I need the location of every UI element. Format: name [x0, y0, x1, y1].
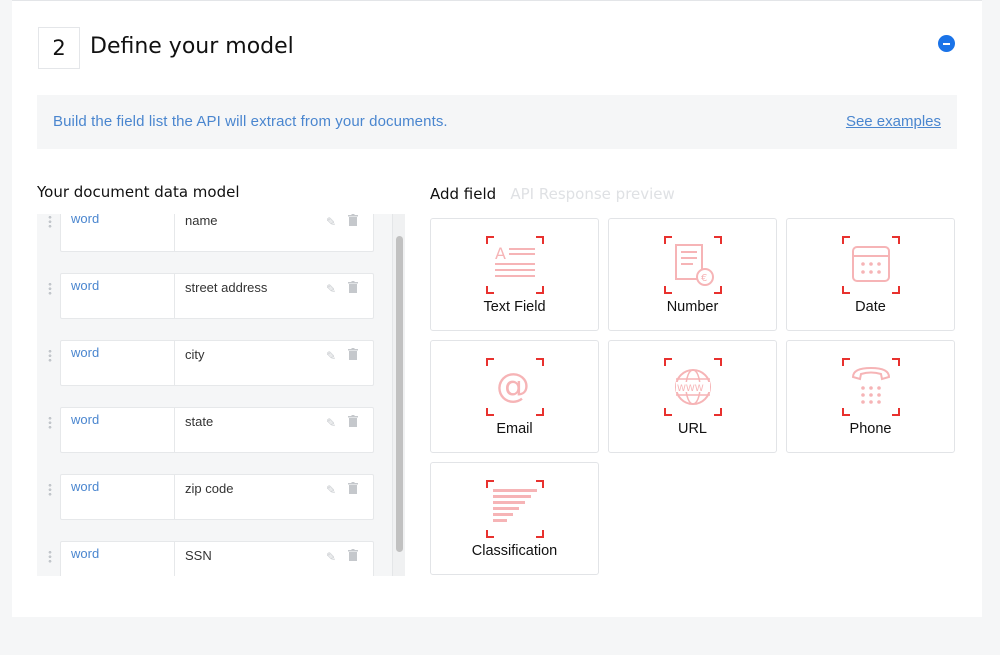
field-name[interactable]: street address	[185, 280, 267, 295]
add-url-button[interactable]: WWW URL	[608, 340, 777, 453]
field-name[interactable]: state	[185, 414, 213, 429]
divider	[174, 274, 175, 318]
divider	[174, 542, 175, 576]
drag-handle-icon[interactable]	[48, 550, 52, 564]
trash-icon[interactable]	[348, 214, 358, 226]
trash-icon[interactable]	[348, 348, 358, 360]
info-text: Build the field list the API will extrac…	[53, 113, 448, 130]
field-type[interactable]: word	[71, 412, 99, 427]
field-name[interactable]: name	[185, 214, 218, 228]
tile-label: Phone	[849, 421, 892, 437]
right-tabs: Add field API Response preview	[430, 185, 675, 203]
field-type[interactable]: word	[71, 546, 99, 561]
tile-label: Number	[666, 299, 719, 315]
field-type[interactable]: word	[71, 479, 99, 494]
field-row: word city ✎	[37, 340, 377, 394]
step-number: 2	[38, 27, 80, 69]
tile-label: Text Field	[483, 299, 546, 315]
see-examples-link[interactable]: See examples	[846, 113, 941, 130]
field-name[interactable]: city	[185, 347, 205, 362]
text-field-icon: A	[486, 236, 544, 294]
drag-handle-icon[interactable]	[48, 416, 52, 430]
field-list[interactable]: word name ✎ word street address ✎ word c…	[37, 214, 405, 576]
field-row: word street address ✎	[37, 273, 377, 327]
add-email-button[interactable]: @ Email	[430, 340, 599, 453]
svg-text:A: A	[495, 244, 506, 263]
date-icon	[842, 236, 900, 294]
edit-icon[interactable]: ✎	[326, 215, 336, 229]
field-name[interactable]: SSN	[185, 548, 212, 563]
field-row: word zip code ✎	[37, 474, 377, 528]
trash-icon[interactable]	[348, 482, 358, 494]
field-item: word state ✎	[60, 407, 374, 453]
field-row: word name ✎	[37, 214, 377, 260]
drag-handle-icon[interactable]	[48, 349, 52, 363]
field-item: word street address ✎	[60, 273, 374, 319]
field-item: word city ✎	[60, 340, 374, 386]
edit-icon[interactable]: ✎	[326, 349, 336, 363]
collapse-button[interactable]	[938, 35, 955, 52]
drag-handle-icon[interactable]	[48, 483, 52, 497]
minus-icon	[943, 42, 950, 45]
classification-icon	[486, 480, 544, 538]
field-row: word state ✎	[37, 407, 377, 461]
field-name[interactable]: zip code	[185, 481, 233, 496]
divider	[174, 475, 175, 519]
tile-label: Classification	[471, 543, 558, 559]
edit-icon[interactable]: ✎	[326, 550, 336, 564]
drag-handle-icon[interactable]	[48, 215, 52, 229]
info-bar: Build the field list the API will extrac…	[37, 95, 957, 149]
divider	[174, 341, 175, 385]
trash-icon[interactable]	[348, 281, 358, 293]
add-date-button[interactable]: Date	[786, 218, 955, 331]
define-model-card: 2 Define your model Build the field list…	[12, 0, 982, 617]
add-phone-button[interactable]: Phone	[786, 340, 955, 453]
email-icon: @	[486, 358, 544, 416]
tile-label: URL	[677, 421, 707, 437]
field-type[interactable]: word	[71, 345, 99, 360]
divider	[174, 214, 175, 251]
trash-icon[interactable]	[348, 549, 358, 561]
svg-text:@: @	[496, 366, 530, 406]
tab-api-response-preview[interactable]: API Response preview	[510, 185, 674, 203]
field-item: word name ✎	[60, 214, 374, 252]
add-number-button[interactable]: € Number	[608, 218, 777, 331]
divider	[174, 408, 175, 452]
add-text-field-button[interactable]: A Text Field	[430, 218, 599, 331]
phone-icon	[842, 358, 900, 416]
tile-label: Date	[855, 299, 886, 315]
number-icon: €	[664, 236, 722, 294]
svg-text:WWW: WWW	[677, 384, 704, 394]
section-title: Define your model	[90, 34, 294, 59]
drag-handle-icon[interactable]	[48, 282, 52, 296]
add-classification-button[interactable]: Classification	[430, 462, 599, 575]
field-type[interactable]: word	[71, 278, 99, 293]
edit-icon[interactable]: ✎	[326, 483, 336, 497]
url-icon: WWW	[664, 358, 722, 416]
field-list-scrollbar[interactable]	[392, 214, 405, 576]
trash-icon[interactable]	[348, 415, 358, 427]
edit-icon[interactable]: ✎	[326, 282, 336, 296]
tile-label: Email	[496, 421, 533, 437]
edit-icon[interactable]: ✎	[326, 416, 336, 430]
field-row: word SSN ✎	[37, 541, 377, 576]
svg-text:€: €	[701, 273, 707, 284]
data-model-title: Your document data model	[37, 183, 240, 201]
field-item: word SSN ✎	[60, 541, 374, 576]
field-item: word zip code ✎	[60, 474, 374, 520]
field-type[interactable]: word	[71, 214, 99, 226]
tab-add-field[interactable]: Add field	[430, 185, 496, 203]
scroll-thumb[interactable]	[396, 236, 403, 552]
